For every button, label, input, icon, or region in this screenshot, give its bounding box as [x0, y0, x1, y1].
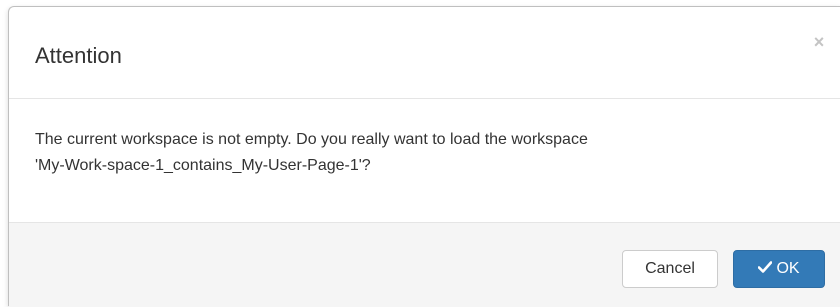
dialog-body: The current workspace is not empty. Do y… [9, 99, 840, 223]
attention-dialog: Attention × The current workspace is not… [8, 6, 840, 307]
dialog-message-line-2: 'My-Work-space-1_contains_My-User-Page-1… [35, 157, 371, 174]
cancel-button[interactable]: Cancel [622, 250, 718, 288]
check-icon [758, 261, 773, 274]
dialog-header: Attention × [9, 7, 840, 99]
dialog-message-line-1: The current workspace is not empty. Do y… [35, 131, 588, 148]
ok-button[interactable]: OK [733, 250, 825, 288]
dialog-footer: Cancel OK [9, 223, 840, 307]
ok-button-label: OK [776, 260, 800, 277]
dialog-title: Attention [35, 43, 122, 68]
cancel-button-label: Cancel [645, 260, 695, 277]
close-icon[interactable]: × [809, 32, 829, 52]
